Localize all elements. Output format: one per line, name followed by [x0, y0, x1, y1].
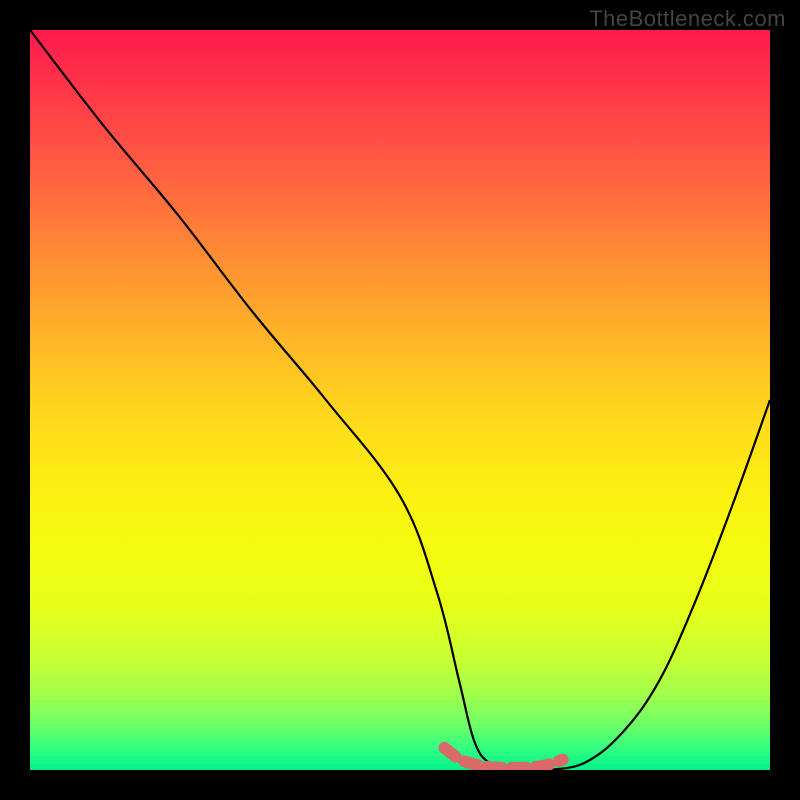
- bottleneck-curve-path: [30, 30, 770, 770]
- watermark-text: TheBottleneck.com: [589, 6, 786, 32]
- curve-svg: [30, 30, 770, 770]
- chart-frame: TheBottleneck.com: [0, 0, 800, 800]
- bottom-highlight-path: [444, 748, 562, 768]
- plot-area: [30, 30, 770, 770]
